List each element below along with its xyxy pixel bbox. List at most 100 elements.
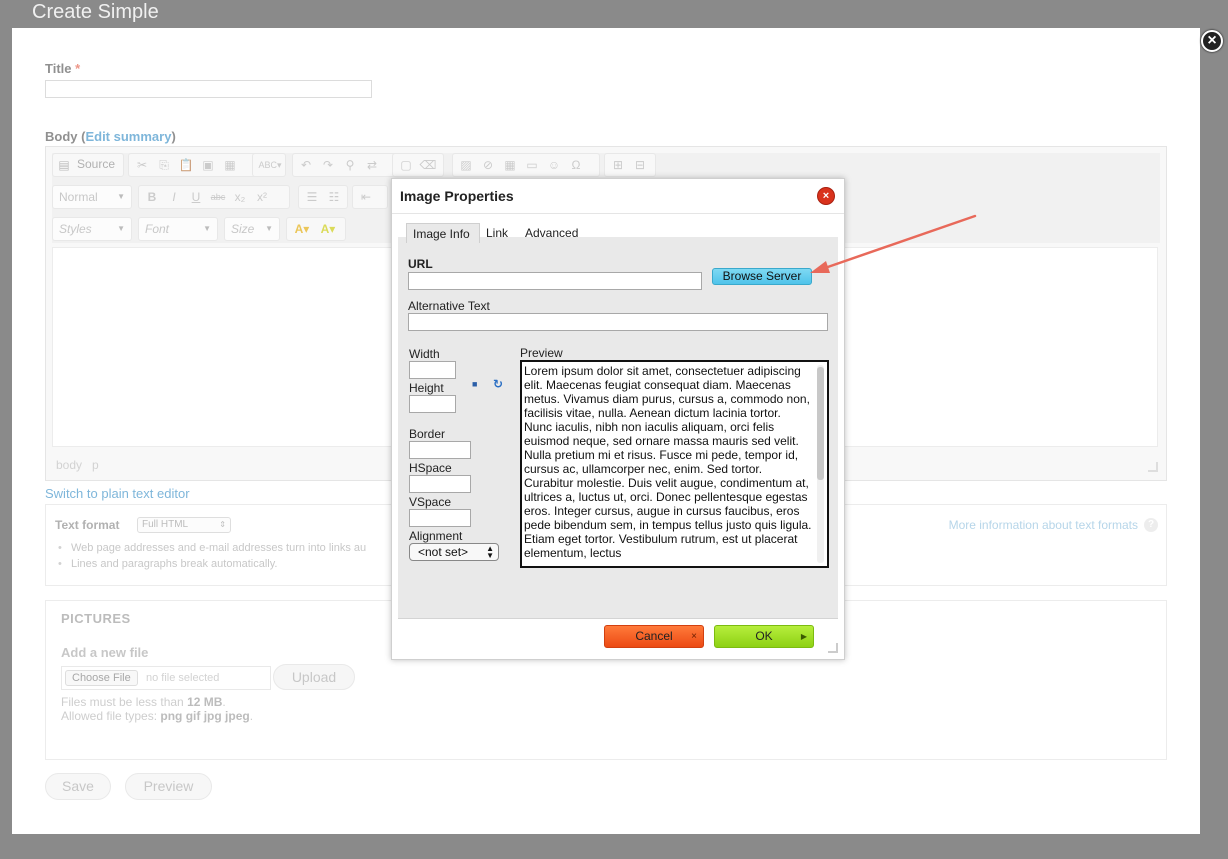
tab-image-info[interactable]: Image Info <box>406 223 480 243</box>
switch-editor-link[interactable]: Switch to plain text editor <box>45 486 190 501</box>
smiley-icon[interactable]: ☺ <box>545 157 563 173</box>
url-input[interactable] <box>408 272 702 290</box>
superscript-icon[interactable]: x² <box>253 189 271 205</box>
choose-file-button[interactable]: Choose File <box>65 670 138 686</box>
bulleted-list-icon[interactable]: ☷ <box>325 189 343 205</box>
title-label-text: Title <box>45 61 72 76</box>
cancel-button[interactable]: Cancel × <box>604 625 704 648</box>
format-tip: Web page addresses and e-mail addresses … <box>58 542 366 554</box>
styles-select[interactable]: Styles ▼ <box>52 217 132 241</box>
required-mark: * <box>75 61 81 76</box>
alt-text-input[interactable] <box>408 313 828 331</box>
spellcheck-button[interactable]: ABC▾ <box>252 153 286 177</box>
close-icon: × <box>691 631 697 642</box>
chevron-right-icon: ▶ <box>800 632 807 641</box>
text-color-icon[interactable]: A▾ <box>291 221 313 237</box>
upload-button[interactable]: Upload <box>273 664 355 690</box>
special-char-icon[interactable]: Ω <box>567 157 585 173</box>
tab-link[interactable]: Link <box>480 223 514 243</box>
save-button[interactable]: Save <box>45 773 111 800</box>
show-blocks-icon[interactable]: ⊟ <box>631 157 649 173</box>
path-body[interactable]: body <box>56 458 82 472</box>
vspace-input[interactable] <box>409 509 471 527</box>
more-info-link[interactable]: More information about text formats <box>949 518 1138 532</box>
help-icon[interactable]: ? <box>1144 518 1158 532</box>
dialog-close-icon[interactable]: × <box>817 187 835 205</box>
replace-icon[interactable]: ⇄ <box>363 157 381 173</box>
preview-button[interactable]: Preview <box>125 773 212 800</box>
resize-handle-icon[interactable] <box>1148 462 1158 472</box>
browse-server-button[interactable]: Browse Server <box>712 268 812 285</box>
font-select[interactable]: Font ▼ <box>138 217 218 241</box>
updown-icon: ▲ ▼ <box>486 544 494 560</box>
insert-group: ▨ ⊘ ▦ ▭ ☺ Ω <box>452 153 600 177</box>
chevron-down-icon: ▼ <box>265 224 273 233</box>
title-input[interactable] <box>45 80 372 98</box>
italic-icon[interactable]: I <box>165 189 183 205</box>
source-button[interactable]: ▤ Source <box>52 153 124 177</box>
underline-icon[interactable]: U <box>187 189 205 205</box>
background-color-icon[interactable]: A▾ <box>317 221 339 237</box>
paste-text-icon[interactable]: ▣ <box>199 157 217 173</box>
no-file-text: no file selected <box>146 672 220 684</box>
format-select[interactable]: Normal ▼ <box>52 185 132 209</box>
strikethrough-icon[interactable]: abc <box>209 189 227 205</box>
height-label: Height <box>409 381 444 395</box>
numbered-list-icon[interactable]: ☰ <box>303 189 321 205</box>
size-select-value: Size <box>231 222 255 236</box>
maximize-icon[interactable]: ⊞ <box>609 157 627 173</box>
width-input[interactable] <box>409 361 456 379</box>
table-icon[interactable]: ▦ <box>501 157 519 173</box>
border-input[interactable] <box>409 441 471 459</box>
tools-group: ⊞ ⊟ <box>604 153 656 177</box>
url-label: URL <box>408 257 433 271</box>
bold-icon[interactable]: B <box>143 189 161 205</box>
file-input: Choose File no file selected <box>61 666 271 690</box>
title-label: Title * <box>45 61 80 76</box>
scrollbar-thumb[interactable] <box>817 367 824 480</box>
copy-icon[interactable]: ⎘ <box>155 157 173 173</box>
preview-scrollbar[interactable] <box>817 365 824 563</box>
styles-select-value: Styles <box>59 222 92 236</box>
size-note: Files must be less than 12 MB. <box>61 695 226 709</box>
cut-icon[interactable]: ✂ <box>133 157 151 173</box>
close-icon[interactable]: × <box>1201 30 1223 52</box>
undo-icon[interactable]: ↶ <box>297 157 315 173</box>
hspace-input[interactable] <box>409 475 471 493</box>
text-format-select[interactable]: Full HTML ⇕ <box>137 517 231 533</box>
flash-icon[interactable]: ⊘ <box>479 157 497 173</box>
updown-icon: ⇕ <box>219 520 226 529</box>
lock-icon[interactable]: ■ <box>472 380 480 389</box>
image-icon[interactable]: ▨ <box>457 157 475 173</box>
body-label-text: Body <box>45 129 78 144</box>
alignment-value: <not set> <box>418 545 469 559</box>
redo-icon[interactable]: ↷ <box>319 157 337 173</box>
select-all-icon[interactable]: ▢ <box>397 157 415 173</box>
alignment-select[interactable]: <not set> ▲ ▼ <box>409 543 499 561</box>
alt-text-label: Alternative Text <box>408 299 490 313</box>
dialog-title: Image Properties <box>400 188 514 204</box>
body-label: Body (Edit summary) <box>45 129 176 144</box>
height-input[interactable] <box>409 395 456 413</box>
reset-size-icon[interactable]: ↻ <box>493 378 503 390</box>
size-select[interactable]: Size ▼ <box>224 217 280 241</box>
indent-group: ⇤ <box>352 185 388 209</box>
ok-button[interactable]: OK ▶ <box>714 625 814 648</box>
find-icon[interactable]: ⚲ <box>341 157 359 173</box>
outdent-icon[interactable]: ⇤ <box>357 189 375 205</box>
resize-handle-icon[interactable] <box>828 643 838 653</box>
clipboard-group: ✂ ⎘ 📋 ▣ ▦ <box>128 153 258 177</box>
edit-summary-link[interactable]: Edit summary <box>85 129 171 144</box>
hspace-label: HSpace <box>409 461 452 475</box>
select-group: ▢ ⌫ <box>392 153 444 177</box>
horizontal-rule-icon[interactable]: ▭ <box>523 157 541 173</box>
paste-icon[interactable]: 📋 <box>177 157 195 173</box>
path-p[interactable]: p <box>92 458 99 472</box>
subscript-icon[interactable]: x₂ <box>231 189 249 205</box>
source-icon: ▤ <box>58 158 70 172</box>
width-label: Width <box>409 347 440 361</box>
tab-advanced[interactable]: Advanced <box>519 223 584 243</box>
remove-format-icon[interactable]: ⌫ <box>419 157 437 173</box>
paste-word-icon[interactable]: ▦ <box>221 157 239 173</box>
add-file-label: Add a new file <box>61 645 149 660</box>
